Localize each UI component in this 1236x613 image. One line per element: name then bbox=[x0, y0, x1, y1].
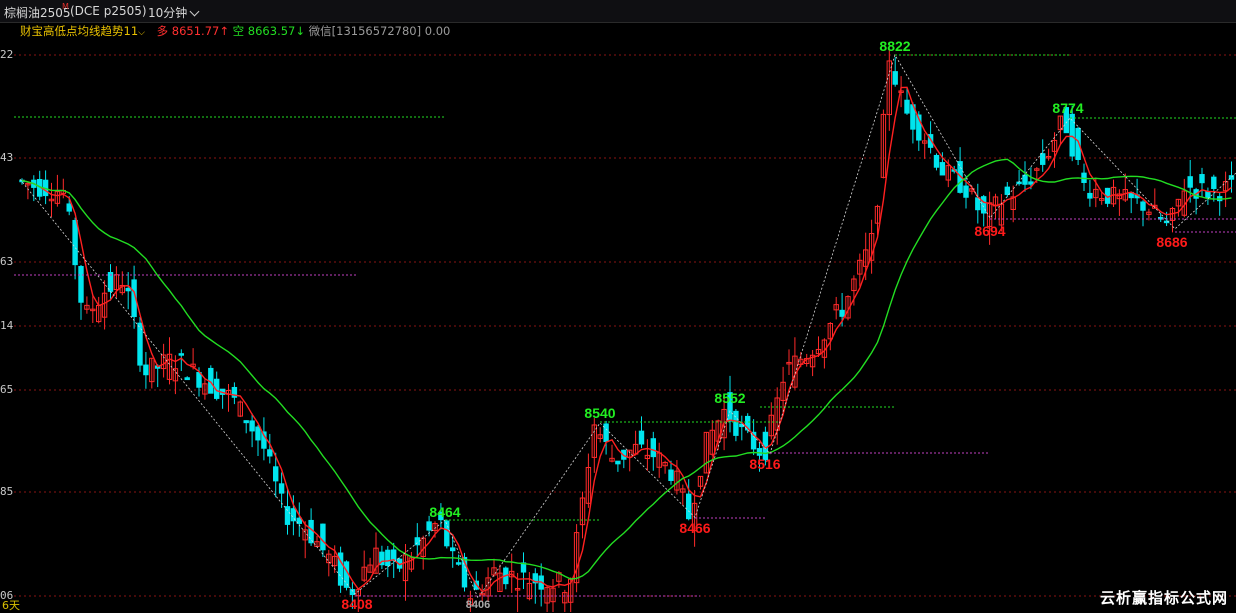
candle-body bbox=[444, 520, 450, 547]
candle-body bbox=[1022, 174, 1028, 185]
chevron-down-icon bbox=[189, 6, 200, 17]
axis-tick-label: 14 bbox=[0, 319, 14, 332]
period-label: 6天 bbox=[2, 599, 20, 612]
pivot-low-label: 8516 bbox=[749, 456, 780, 472]
candle-body bbox=[1211, 176, 1217, 189]
candle-body bbox=[1040, 153, 1046, 165]
pivot-high-label: 8822 bbox=[879, 38, 910, 54]
candle-body bbox=[1199, 174, 1205, 184]
axis-tick-label: 65 bbox=[0, 383, 14, 396]
pivot-low-label: 8406 bbox=[466, 599, 490, 611]
top-bar: 棕榈油2505 M (DCE p2505) 10分钟 bbox=[0, 0, 1236, 23]
candle-body bbox=[839, 309, 845, 317]
candle-body bbox=[686, 493, 692, 520]
pivot-low-label: 8686 bbox=[1156, 234, 1187, 250]
candle-body bbox=[125, 287, 131, 292]
candle-body bbox=[1087, 192, 1093, 199]
candle-body bbox=[320, 523, 326, 551]
candle-body bbox=[178, 353, 185, 356]
candle-body bbox=[391, 549, 397, 561]
candle-body bbox=[1004, 186, 1010, 195]
candle-body bbox=[72, 219, 78, 266]
pivot-high-label: 8552 bbox=[714, 390, 745, 406]
candle-body bbox=[278, 483, 285, 494]
watermark: 云析赢指标公式网 bbox=[1099, 589, 1228, 607]
symbol-name[interactable]: 棕榈油2505 bbox=[4, 4, 71, 21]
candle-body bbox=[939, 162, 946, 176]
candle-body bbox=[66, 203, 72, 212]
candle-body bbox=[638, 430, 645, 445]
candle-body bbox=[1140, 201, 1146, 211]
candle-body bbox=[1028, 181, 1034, 185]
candle-body bbox=[450, 547, 456, 552]
candle-body bbox=[933, 154, 940, 168]
candle-body bbox=[426, 521, 432, 531]
candle-body bbox=[603, 423, 609, 443]
candle-body bbox=[455, 562, 462, 565]
pivot-high-label: 8464 bbox=[429, 504, 460, 520]
candle-body bbox=[1016, 181, 1022, 185]
axis-tick-label: 22 bbox=[0, 48, 14, 61]
axis-tick-label: 63 bbox=[0, 255, 14, 268]
exchange-code: (DCE p2505) bbox=[70, 4, 147, 18]
pivot-low-label: 8408 bbox=[341, 596, 372, 612]
candle-body bbox=[904, 99, 910, 114]
candle-body bbox=[756, 448, 763, 456]
candle-body bbox=[668, 469, 674, 481]
timeframe-label: 10分钟 bbox=[148, 6, 188, 20]
candle-body bbox=[196, 372, 202, 388]
candle-body bbox=[414, 537, 421, 546]
axis-tick-label: 85 bbox=[0, 485, 14, 498]
candle-body bbox=[143, 364, 149, 376]
candle-body bbox=[892, 71, 898, 85]
candle-body bbox=[267, 449, 273, 457]
candle-body bbox=[650, 438, 656, 458]
candle-body bbox=[615, 460, 621, 465]
pivot-low-label: 8466 bbox=[679, 520, 710, 536]
zigzag-line bbox=[19, 54, 1236, 599]
candle-body bbox=[243, 420, 249, 424]
candle-body bbox=[385, 549, 391, 566]
candle-body bbox=[284, 506, 291, 525]
fast-ma-line bbox=[21, 86, 1232, 593]
candle-body bbox=[1205, 191, 1211, 199]
candle-body bbox=[290, 508, 297, 522]
slow-ma-line bbox=[21, 158, 1232, 580]
candle-body bbox=[733, 410, 739, 436]
axis-tick-label: 43 bbox=[0, 151, 14, 164]
candle-body bbox=[963, 185, 969, 198]
candle-body bbox=[255, 426, 261, 441]
candle-body bbox=[249, 420, 255, 432]
candle-body bbox=[1187, 176, 1193, 188]
contract-tag: M bbox=[62, 2, 69, 11]
candle-body bbox=[273, 466, 279, 482]
pivot-low-label: 8694 bbox=[974, 223, 1005, 239]
candle-body bbox=[1069, 113, 1075, 157]
candle-body bbox=[184, 377, 190, 381]
timeframe-selector[interactable]: 10分钟 bbox=[148, 4, 200, 21]
pivot-high-label: 8774 bbox=[1052, 100, 1083, 116]
price-chart[interactable]: 8540 8552 8464 8822 8774 8408 8406 8466 8516 8694… bbox=[0, 22, 1236, 612]
pivot-high-label: 8540 bbox=[584, 405, 615, 421]
candle-body bbox=[78, 266, 84, 303]
candle-body bbox=[308, 519, 314, 544]
